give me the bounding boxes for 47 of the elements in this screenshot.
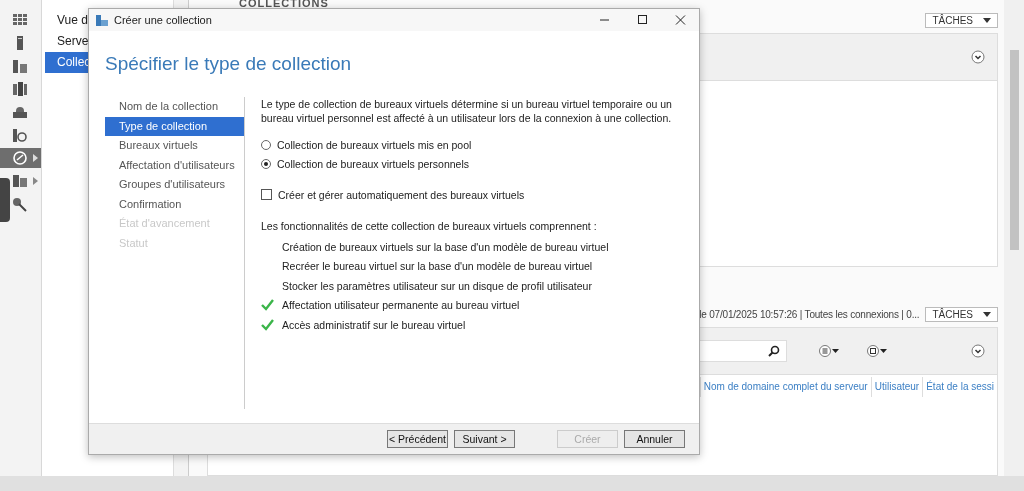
features-title: Les fonctionnalités de cette collection de bureaux virtuels comprennent : xyxy=(261,218,598,234)
chevron-icon xyxy=(971,50,985,64)
server-group-icon xyxy=(12,81,28,97)
column-header[interactable]: Utilisateur xyxy=(870,377,923,397)
column-header[interactable]: État de la sessi xyxy=(922,377,997,397)
tasks-dropdown[interactable]: TÂCHES xyxy=(925,306,998,322)
checkbox-label[interactable]: Créer et gérer automatiquement des bureaux virtuels xyxy=(278,188,525,201)
feature-text: Accès administratif sur le bureau virtuel xyxy=(282,318,466,331)
search-icon xyxy=(768,345,780,357)
feature-text: Recréer le bureau virtuel sur la base d'un modèle de bureau virtuel xyxy=(282,260,593,273)
description-text: Le type de collection de bureaux virtuels détermine si un bureau virtuel temporaire ou un bureau virtuel personnel est affecté à un utilisateur lors de la connexion à une collection. xyxy=(261,97,673,125)
radio-label[interactable]: Collection de bureaux virtuels personnels xyxy=(277,157,470,170)
disk-icon xyxy=(867,345,887,357)
rail-item[interactable] xyxy=(0,148,41,168)
dialog-button[interactable]: Suivant > xyxy=(454,430,515,448)
window-title: Créer une collection xyxy=(114,14,213,26)
grid-icon xyxy=(12,12,28,28)
section-heading: COLLECTIONS xyxy=(238,0,329,7)
checkbox[interactable] xyxy=(261,189,272,200)
close-icon xyxy=(674,15,686,25)
chevron-icon xyxy=(971,344,985,358)
step-item[interactable]: Type de collection xyxy=(105,116,244,136)
radio-button[interactable] xyxy=(261,158,271,169)
feature-text: Affectation utilisateur permanente au bureau virtuel xyxy=(282,299,520,312)
tasks-dropdown[interactable]: TÂCHES xyxy=(925,12,998,28)
step-item[interactable]: Affectation d'utilisateurs xyxy=(105,155,244,175)
dialog-button[interactable]: < Précédent xyxy=(387,430,448,448)
gauge-icon xyxy=(12,150,28,166)
app-icon xyxy=(95,13,109,27)
maximize-icon xyxy=(636,15,648,25)
servers-icon xyxy=(12,58,28,74)
step-item[interactable]: Confirmation xyxy=(105,194,244,214)
status-text: le 07/01/2025 10:57:26 | Toutes les connexions | 0... xyxy=(699,308,920,320)
list-icon xyxy=(819,345,839,357)
save-dropdown[interactable] xyxy=(867,345,887,357)
horizontal-scrollbar[interactable] xyxy=(0,476,1024,491)
radio-button[interactable] xyxy=(261,139,271,150)
feature-text: Création de bureaux virtuels sur la base d'un modèle de bureau virtuel xyxy=(282,240,609,253)
storage-icon xyxy=(12,127,28,143)
feature-text: Stocker les paramètres utilisateur sur un disque de profil utilisateur xyxy=(282,279,592,292)
dialog-button[interactable]: Annuler xyxy=(624,430,685,448)
step-item[interactable]: Groupes d'utilisateurs xyxy=(105,175,244,195)
list-view-dropdown[interactable] xyxy=(819,345,839,357)
page-heading: Spécifier le type de collection xyxy=(105,53,353,76)
radio-label[interactable]: Collection de bureaux virtuels mis en pool xyxy=(277,138,472,151)
step-item[interactable]: Nom de la collection xyxy=(105,97,244,117)
step-item[interactable]: Bureaux virtuels xyxy=(105,136,244,156)
